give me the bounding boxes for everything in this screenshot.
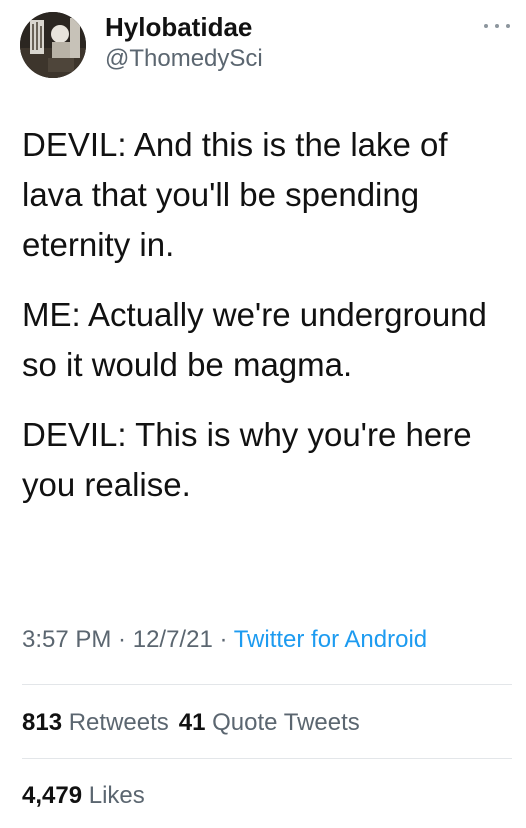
divider [22, 684, 512, 685]
tweet-paragraph: DEVIL: And this is the lake of lava that… [22, 126, 448, 263]
more-dot [495, 24, 499, 28]
retweets-label: Retweets [68, 709, 169, 736]
more-dot [506, 24, 510, 28]
tweet-text: DEVIL: And this is the lake of lava that… [22, 120, 512, 530]
tweet-date[interactable]: 12/7/21 [133, 626, 213, 653]
tweet-meta: 3:57 PM · 12/7/21 · Twitter for Android [22, 623, 427, 657]
retweets-stat[interactable]: 813 Retweets [22, 709, 169, 736]
tweet-source-link[interactable]: Twitter for Android [234, 626, 427, 653]
retweets-count: 813 [22, 709, 63, 736]
meta-separator: · [111, 626, 133, 653]
user-info: Hylobatidae @ThomedySci [105, 12, 263, 76]
more-options-icon[interactable] [484, 20, 510, 32]
likes-label: Likes [88, 782, 145, 809]
engagement-stats: 813 Retweets 41 Quote Tweets [22, 706, 360, 740]
username-handle[interactable]: @ThomedySci [105, 42, 263, 76]
meta-separator: · [212, 626, 234, 653]
avatar-image [20, 12, 86, 78]
avatar[interactable] [20, 12, 86, 78]
display-name[interactable]: Hylobatidae [105, 12, 263, 42]
more-dot [484, 24, 488, 28]
tweet-paragraph: ME: Actually we're underground so it wou… [22, 296, 487, 383]
tweet-time[interactable]: 3:57 PM [22, 626, 111, 653]
tweet-header: Hylobatidae @ThomedySci [20, 12, 510, 82]
likes-row: 4,479 Likes [22, 779, 145, 813]
divider [22, 758, 512, 759]
quote-tweets-label: Quote Tweets [212, 709, 360, 736]
tweet-paragraph: DEVIL: This is why you're here you reali… [22, 416, 472, 503]
likes-count: 4,479 [22, 782, 83, 809]
quote-tweets-stat[interactable]: 41 Quote Tweets [179, 709, 360, 736]
quote-tweets-count: 41 [178, 709, 206, 736]
likes-stat[interactable]: 4,479 Likes [22, 782, 145, 809]
